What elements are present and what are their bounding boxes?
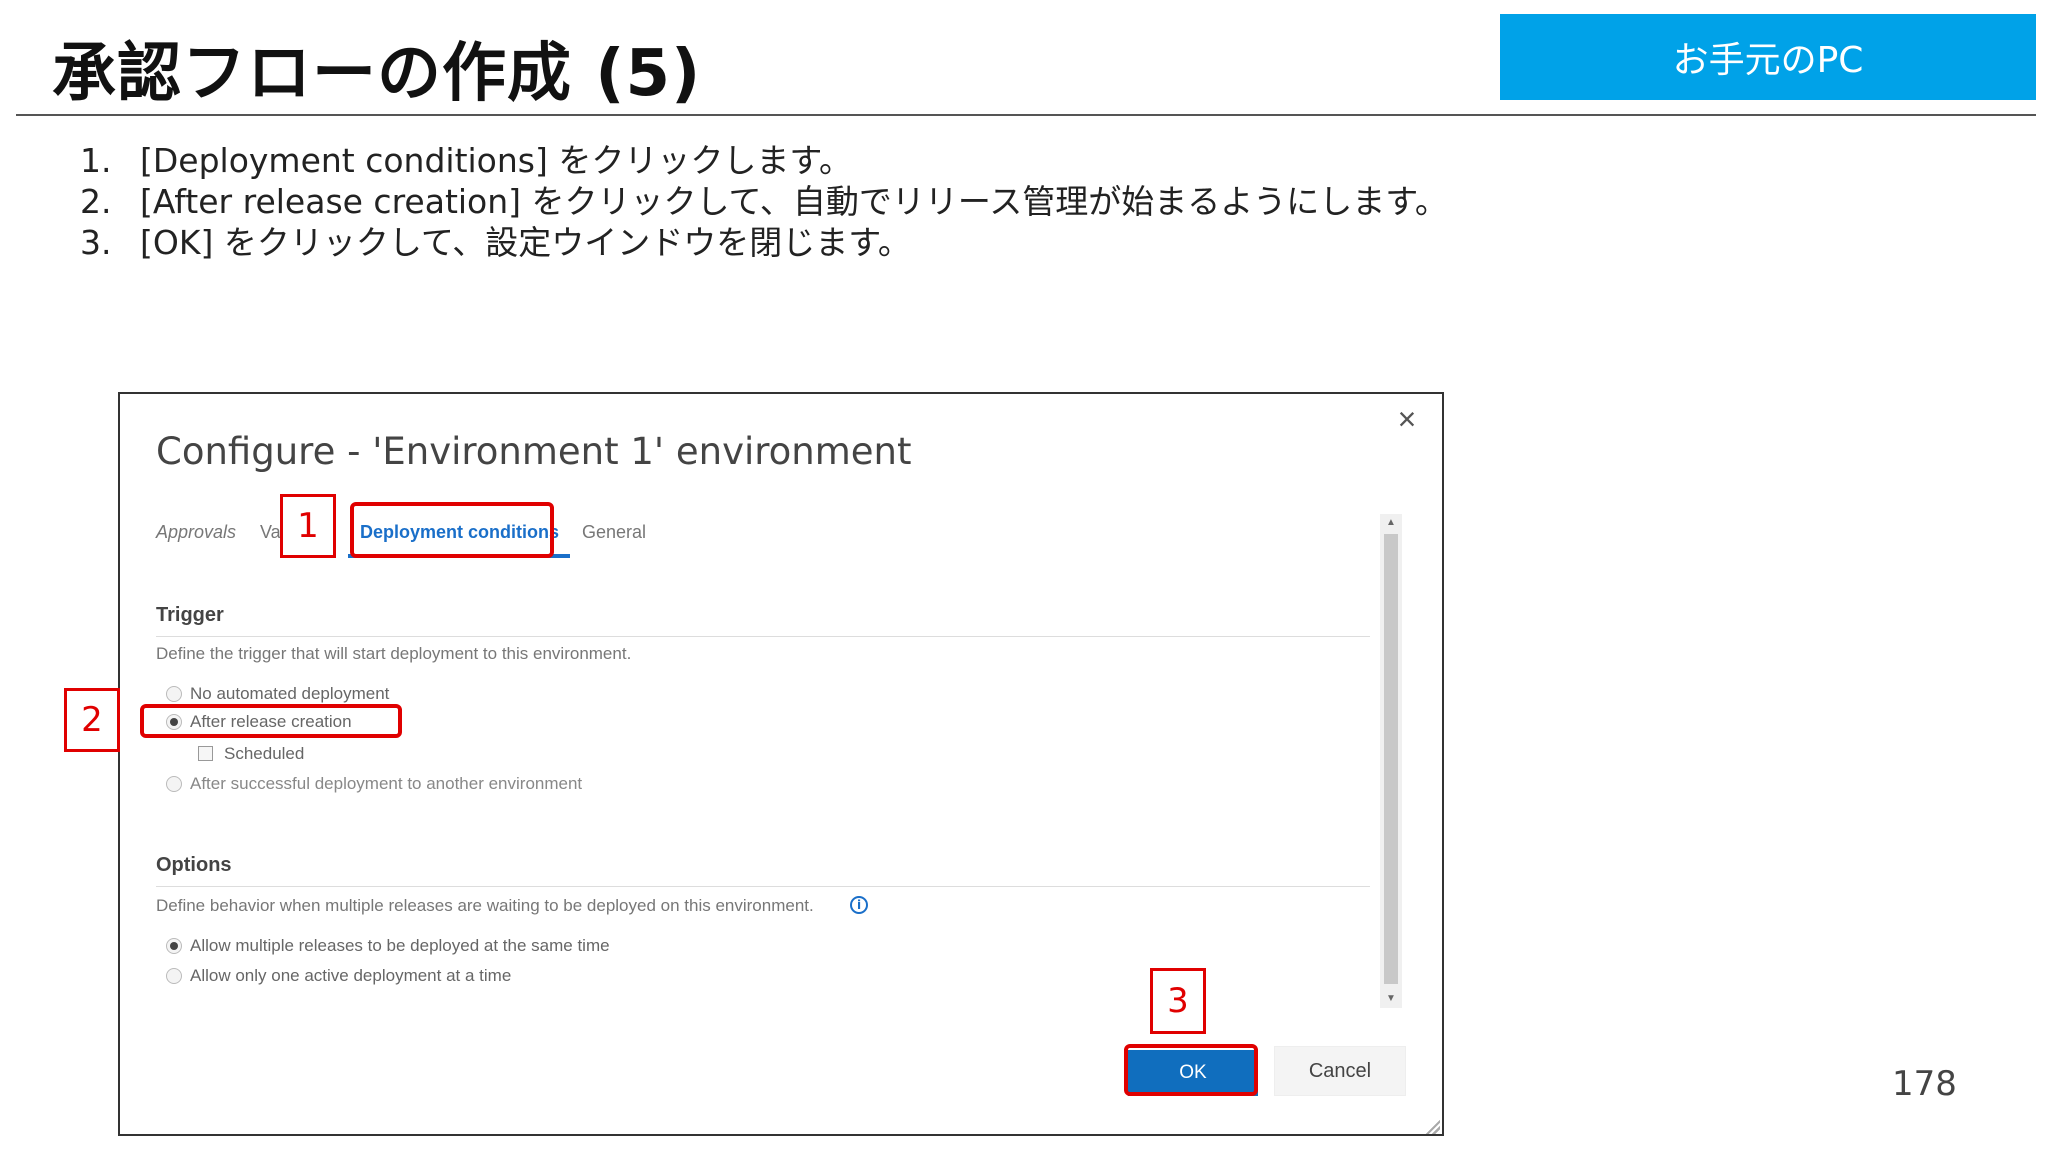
option-label: No automated deployment xyxy=(190,684,390,703)
step-text: [OK] をクリックして、設定ウインドウを閉じます。 xyxy=(140,223,911,262)
highlight-ok-button xyxy=(1124,1044,1258,1096)
cancel-button[interactable]: Cancel xyxy=(1274,1046,1406,1096)
options-divider xyxy=(156,886,1370,887)
callout-number-2: 2 xyxy=(64,688,120,752)
scroll-down-icon[interactable]: ▼ xyxy=(1380,990,1402,1008)
trigger-heading: Trigger xyxy=(156,604,224,626)
dialog-title: Configure - 'Environment 1' environment xyxy=(156,430,912,473)
step-text: [After release creation] をクリックして、自動でリリース… xyxy=(140,182,1448,221)
close-icon[interactable]: × xyxy=(1392,403,1422,435)
radio-after-successful-deployment[interactable] xyxy=(166,776,182,792)
option-label: After successful deployment to another e… xyxy=(190,774,583,793)
radio-no-automated-deployment[interactable] xyxy=(166,686,182,702)
step-1: 1. [Deployment conditions] をクリックします。 xyxy=(80,140,1448,181)
step-2: 2. [After release creation] をクリックして、自動でリリ… xyxy=(80,181,1448,222)
tab-general[interactable]: General xyxy=(582,522,646,543)
step-3: 3. [OK] をクリックして、設定ウインドウを閉じます。 xyxy=(80,222,1448,263)
highlight-after-release-creation xyxy=(140,704,402,738)
options-heading: Options xyxy=(156,854,232,876)
callout-number-1: 1 xyxy=(280,494,336,558)
option-label: Allow multiple releases to be deployed a… xyxy=(190,936,610,955)
step-number: 1. xyxy=(80,141,112,180)
step-number: 3. xyxy=(80,223,112,262)
trigger-description: Define the trigger that will start deplo… xyxy=(156,644,632,663)
info-icon[interactable]: i xyxy=(850,896,868,914)
highlight-deployment-conditions xyxy=(350,502,554,558)
page-number: 178 xyxy=(1892,1064,1957,1104)
step-text: [Deployment conditions] をクリックします。 xyxy=(140,141,853,180)
step-number: 2. xyxy=(80,182,112,221)
trigger-divider xyxy=(156,636,1370,637)
radio-allow-one-active-deployment[interactable] xyxy=(166,968,182,984)
scroll-thumb[interactable] xyxy=(1384,534,1398,984)
tab-variables[interactable]: Va xyxy=(260,522,282,543)
option-label: Allow only one active deployment at a ti… xyxy=(190,966,512,985)
radio-allow-multiple-releases[interactable] xyxy=(166,938,182,954)
tab-approvals[interactable]: Approvals xyxy=(156,522,236,543)
callout-number-3: 3 xyxy=(1150,968,1206,1034)
vertical-scrollbar[interactable]: ▲ ▼ xyxy=(1380,514,1402,1008)
options-description: Define behavior when multiple releases a… xyxy=(156,896,814,915)
checkbox-scheduled[interactable] xyxy=(198,746,213,761)
instruction-steps: 1. [Deployment conditions] をクリックします。 2. [A… xyxy=(80,140,1448,263)
title-divider xyxy=(16,114,2036,116)
resize-grip-icon[interactable] xyxy=(1424,1118,1440,1134)
environment-badge: お手元のPC xyxy=(1500,14,2036,100)
slide-title: 承認フローの作成 (5) xyxy=(52,37,702,111)
option-label: Scheduled xyxy=(224,744,305,763)
scroll-up-icon[interactable]: ▲ xyxy=(1380,514,1402,532)
